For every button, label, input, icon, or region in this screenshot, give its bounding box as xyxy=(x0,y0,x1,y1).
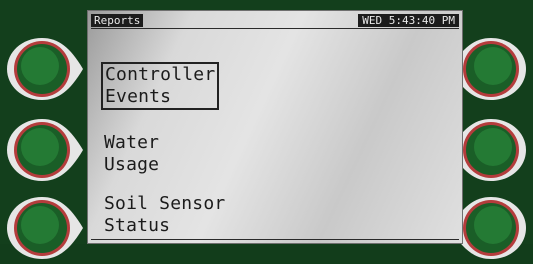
status-divider xyxy=(91,28,459,29)
menu-item-label-line2: Events xyxy=(105,86,172,107)
menu-item-soil-sensor-status[interactable]: Soil Sensor Status xyxy=(104,193,225,237)
lcd-screen: Reports WED 5:43:40 PM Controller Events… xyxy=(87,10,463,244)
menu-item-label-line1: Controller xyxy=(105,64,216,85)
left-softkey-3[interactable] xyxy=(0,192,84,264)
left-softkey-1[interactable] xyxy=(0,33,84,105)
left-softkey-2[interactable] xyxy=(0,114,84,186)
bottom-divider xyxy=(91,239,459,240)
softkey-arrow-right-icon xyxy=(7,197,83,259)
menu-item-water-usage[interactable]: Water Usage xyxy=(104,132,159,176)
softkey-arrow-right-icon xyxy=(7,119,83,181)
menu-item-controller-events[interactable]: Controller Events xyxy=(101,62,220,110)
menu-item-label-line2: Status xyxy=(104,215,171,236)
status-bar: Reports WED 5:43:40 PM xyxy=(91,14,459,28)
clock-readout: WED 5:43:40 PM xyxy=(358,14,459,27)
menu-item-label-line1: Water xyxy=(104,132,160,153)
softkey-arrow-right-icon xyxy=(7,38,83,100)
menu-item-label-line2: Usage xyxy=(104,154,160,175)
menu-item-label-line1: Soil Sensor xyxy=(104,193,226,214)
screen-title: Reports xyxy=(91,14,144,27)
